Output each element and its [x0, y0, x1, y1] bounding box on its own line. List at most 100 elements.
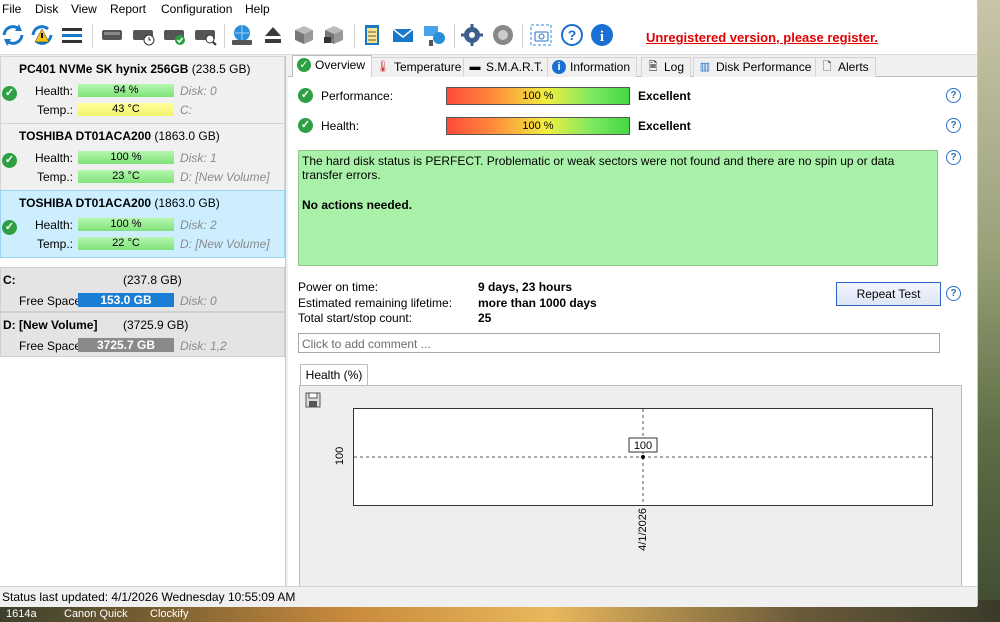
help-icon[interactable]: ? [946, 118, 961, 133]
x-axis-tick-label: 4/1/2026 [637, 508, 649, 551]
info-icon: i [552, 60, 566, 74]
tab-alerts[interactable]: 🗋 Alerts [815, 57, 876, 77]
tab-log[interactable]: 🗎 Log [641, 57, 692, 77]
comment-field[interactable]: Click to add comment ... [298, 333, 940, 353]
eject-icon[interactable] [260, 22, 286, 48]
tab-disk-performance[interactable]: ▥ Disk Performance [693, 57, 819, 77]
thermometer-icon: 🌡 [376, 61, 390, 73]
svg-text:?: ? [568, 27, 577, 43]
temp-label: Temp.: [36, 170, 73, 184]
startstop-label: Total start/stop count: [298, 311, 413, 325]
cube-icon[interactable] [291, 22, 317, 48]
toolbar: ? i Unregistered version, please registe… [0, 18, 977, 55]
status-text: The hard disk status is PERFECT. Problem… [302, 154, 895, 182]
menu-help[interactable]: Help [245, 2, 270, 16]
disk-item[interactable]: PC401 NVMe SK hynix 256GB (238.5 GB) ✓ H… [0, 56, 285, 124]
check-icon: ✓ [298, 118, 313, 133]
free-space-bar: 3725.7 GB [78, 338, 174, 352]
disk-item-selected[interactable]: TOSHIBA DT01ACA200 (1863.0 GB) ✓ Health:… [0, 190, 285, 258]
refresh-warning-icon[interactable] [29, 22, 55, 48]
cube-lock-icon[interactable] [321, 22, 347, 48]
chart-area: 100 100 4/1/2026 [299, 385, 962, 587]
tab-temperature[interactable]: 🌡 Temperature [371, 57, 469, 77]
toolbar-separator [454, 24, 455, 48]
disk-index: Disk: 2 [180, 218, 217, 232]
disk-icon[interactable] [99, 22, 125, 48]
gear-icon[interactable] [459, 22, 485, 48]
globe-disk-icon[interactable] [229, 22, 255, 48]
help-icon[interactable]: ? [946, 286, 961, 301]
chart-icon: ▥ [699, 61, 711, 73]
status-box: The hard disk status is PERFECT. Problem… [298, 150, 938, 266]
disk-title: PC401 NVMe SK hynix 256GB (238.5 GB) [19, 62, 251, 76]
tab-overview[interactable]: ✓ Overview [292, 55, 373, 77]
refresh-icon[interactable] [0, 22, 26, 48]
taskbar-item[interactable]: Canon Quick [64, 608, 128, 620]
startstop-value: 25 [478, 311, 492, 325]
status-text: Status last updated: 4/1/2026 Wednesday … [2, 590, 296, 604]
chart-labels: 100 4/1/2026 [334, 447, 649, 551]
volume-item[interactable]: D: [New Volume] (3725.9 GB) Free Space 3… [0, 312, 285, 357]
volume-name: C: [3, 273, 16, 287]
tab-bar: ✓ Overview 🌡 Temperature ▬ S.M.A.R.T. i Info… [288, 55, 977, 77]
speaker-icon[interactable] [490, 22, 516, 48]
disk-drive: D: [New Volume] [180, 237, 270, 251]
disk-clock-icon[interactable] [130, 22, 156, 48]
disk-list-panel: PC401 NVMe SK hynix 256GB (238.5 GB) ✓ H… [0, 56, 286, 586]
menu-configuration[interactable]: Configuration [161, 2, 232, 16]
free-space-label: Free Space [19, 294, 82, 308]
free-space-bar: 153.0 GB [78, 293, 174, 307]
disk-item[interactable]: TOSHIBA DT01ACA200 (1863.0 GB) ✓ Health:… [0, 123, 285, 191]
tab-information[interactable]: i Information [547, 57, 638, 77]
tab-smart[interactable]: ▬ S.M.A.R.T. [463, 57, 551, 77]
health-row: ✓ Health: 100 % Excellent [298, 117, 948, 135]
disk-drive: D: [New Volume] [180, 170, 270, 184]
help-icon[interactable]: ? [946, 88, 961, 103]
health-bar: 100 % [78, 218, 174, 231]
camera-icon[interactable] [528, 22, 554, 48]
mail-icon[interactable] [390, 22, 416, 48]
performance-label: Performance: [321, 89, 394, 103]
power-on-label: Power on time: [298, 280, 379, 294]
disk-search-icon[interactable] [192, 22, 218, 48]
volume-disks: Disk: 1,2 [180, 339, 227, 353]
help-icon[interactable]: ? [559, 22, 585, 48]
volume-item[interactable]: C: (237.8 GB) Free Space 153.0 GB Disk: … [0, 267, 285, 312]
temp-label: Temp.: [36, 237, 73, 251]
temp-label: Temp.: [36, 103, 73, 117]
performance-bar: 100 % [446, 87, 630, 105]
toolbar-separator [522, 24, 523, 48]
notepad-icon[interactable] [359, 22, 385, 48]
list-icon[interactable] [59, 22, 85, 48]
dash-icon: ▬ [469, 61, 481, 73]
disk-check-icon[interactable] [161, 22, 187, 48]
unregistered-link[interactable]: Unregistered version, please register. [646, 30, 878, 45]
disk-index: Disk: 1 [180, 151, 217, 165]
performance-row: ✓ Performance: 100 % Excellent [298, 87, 948, 105]
volume-name: D: [New Volume] [3, 318, 98, 332]
menu-report[interactable]: Report [110, 2, 146, 16]
power-on-value: 9 days, 23 hours [478, 280, 573, 294]
app-window: File Disk View Report Configuration Help… [0, 0, 978, 607]
taskbar-item[interactable]: Clockify [150, 608, 189, 620]
taskbar-item[interactable]: 1614a [6, 608, 37, 620]
network-icon[interactable] [421, 22, 447, 48]
toolbar-separator [224, 24, 225, 48]
temp-bar: 23 °C [78, 170, 174, 183]
tab-health-chart[interactable]: Health (%) [300, 364, 368, 386]
document-icon: 🗎 [648, 61, 658, 73]
svg-text:i: i [600, 29, 604, 45]
repeat-test-button[interactable]: Repeat Test [836, 282, 941, 306]
info-icon[interactable]: i [589, 22, 615, 48]
menu-view[interactable]: View [71, 2, 97, 16]
health-bar: 100 % [78, 151, 174, 164]
menu-file[interactable]: File [2, 2, 21, 16]
disk-drive: C: [180, 103, 192, 117]
disk-index: Disk: 0 [180, 84, 217, 98]
health-bar: 94 % [78, 84, 174, 97]
help-icon[interactable]: ? [946, 150, 961, 165]
status-bar: Status last updated: 4/1/2026 Wednesday … [0, 586, 977, 607]
detail-panel: ✓ Overview 🌡 Temperature ▬ S.M.A.R.T. i Info… [288, 55, 977, 587]
toolbar-separator [92, 24, 93, 48]
menu-disk[interactable]: Disk [35, 2, 58, 16]
